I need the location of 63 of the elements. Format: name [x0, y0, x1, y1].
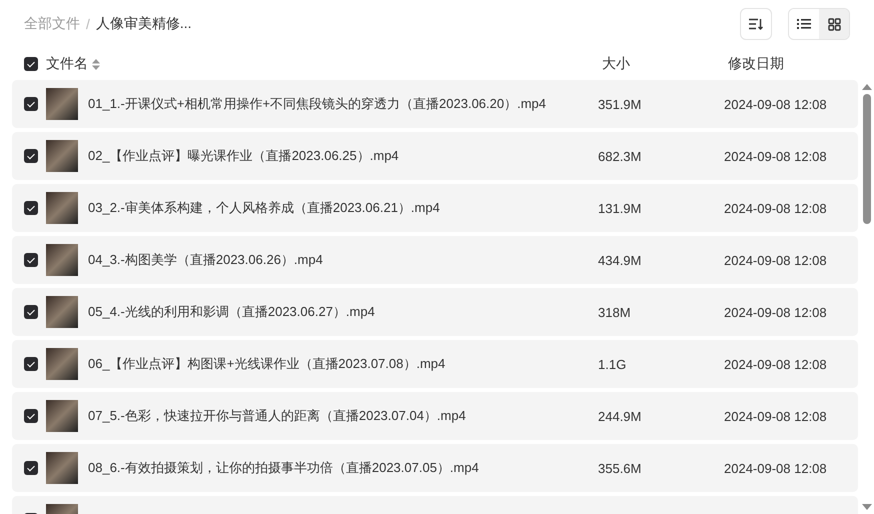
file-row[interactable]: 04_3.-构图美学（直播2023.06.26）.mp4 434.9M 2024-09-08 12:08 — [12, 236, 858, 284]
file-size: 1.1G — [598, 356, 628, 372]
modified-date: 2024-09-08 12:08 — [724, 460, 827, 476]
file-row[interactable]: 06_【作业点评】构图课+光线课作业（直播2023.07.08）.mp4 1.1G 2024-09-08 12:08 — [12, 340, 858, 388]
file-row[interactable]: 08_6.-有效拍摄策划，让你的拍摄事半功倍（直播2023.07.05）.mp4 355.6M 2024-09-08 12:08 — [12, 444, 858, 492]
video-thumbnail-placeholder — [46, 296, 78, 328]
scroll-up-arrow-icon[interactable] — [862, 84, 872, 90]
modified-date: 2024-09-08 12:08 — [724, 96, 827, 112]
file-size: 682.3M — [598, 148, 642, 164]
column-header[interactable]: 文件名 — [46, 55, 88, 73]
select-all-checkbox[interactable] — [24, 57, 38, 71]
modified-date: 2024-09-08 12:08 — [724, 200, 827, 216]
file-row[interactable]: 05_4.-光线的利用和影调（直播2023.06.27）.mp4 318M 2024-09-08 12:08 — [12, 288, 858, 336]
video-thumbnail-placeholder — [46, 140, 78, 172]
file-name: 06_【作业点评】构图课+光线课作业（直播2023.07.08）.mp4 — [88, 355, 446, 373]
row-checkbox[interactable] — [24, 461, 38, 475]
row-checkbox[interactable] — [24, 305, 38, 319]
breadcrumb-separator: / — [86, 16, 90, 32]
file-name: 02_【作业点评】曝光课作业（直播2023.06.25）.mp4 — [88, 147, 400, 165]
file-row[interactable]: 07_5.-色彩，快速拉开你与普通人的距离（直播2023.07.04）.mp4 244.9M 2024-09-08 12:08 — [12, 392, 858, 440]
modified-date: 2024-09-08 12:08 — [724, 408, 827, 424]
file-size: 244.9M — [598, 408, 642, 424]
modified-date: 2024-09-08 12:08 — [724, 304, 827, 320]
modified-date: 2024-09-08 12:08 — [724, 356, 827, 372]
file-name: 05_4.-光线的利用和影调（直播2023.06.27）.mp4 — [88, 303, 376, 321]
sort-button[interactable] — [740, 8, 772, 40]
row-checkbox[interactable] — [24, 357, 38, 371]
breadcrumb-current: 人像审美精修... — [96, 15, 192, 33]
video-thumbnail-placeholder — [46, 348, 78, 380]
row-checkbox[interactable] — [24, 201, 38, 215]
video-thumbnail-placeholder — [46, 400, 78, 432]
row-checkbox[interactable] — [24, 149, 38, 163]
sort-lines-icon — [749, 18, 763, 30]
list-view-icon — [797, 18, 811, 30]
file-size: 351.9M — [598, 96, 642, 112]
video-thumbnail-placeholder — [46, 88, 78, 120]
file-name: 03_2.-审美体系构建，个人风格养成（直播2023.06.21）.mp4 — [88, 199, 441, 217]
grid-view-icon — [828, 18, 840, 30]
video-thumbnail-placeholder — [46, 192, 78, 224]
file-size: 355.6M — [598, 460, 642, 476]
file-name: 07_5.-色彩，快速拉开你与普通人的距离（直播2023.07.04）.mp4 — [88, 407, 467, 425]
scroll-down-arrow-icon[interactable] — [862, 504, 872, 510]
file-size: 434.9M — [598, 252, 642, 268]
column-header[interactable]: 修改日期 — [728, 55, 784, 71]
video-thumbnail-placeholder — [46, 452, 78, 484]
file-row[interactable]: 03_2.-审美体系构建，个人风格养成（直播2023.06.21）.mp4 131.9M 2024-09-08 12:08 — [12, 184, 858, 232]
file-row[interactable]: 02_【作业点评】曝光课作业（直播2023.06.25）.mp4 682.3M 2024-09-08 12:08 — [12, 132, 858, 180]
row-checkbox[interactable] — [24, 253, 38, 267]
file-size: 318M — [598, 304, 632, 320]
file-name: 01_1.-开课仪式+相机常用操作+不同焦段镜头的穿透力（直播2023.06.20）.mp4 — [88, 95, 548, 113]
video-thumbnail-placeholder — [46, 244, 78, 276]
file-size: 131.9M — [598, 200, 642, 216]
sort-icon[interactable] — [92, 58, 100, 70]
modified-date: 2024-09-08 12:08 — [724, 148, 827, 164]
file-name: 08_6.-有效拍摄策划，让你的拍摄事半功倍（直播2023.07.05）.mp4 — [88, 459, 480, 477]
column-header[interactable]: 大小 — [602, 55, 630, 71]
file-name: 04_3.-构图美学（直播2023.06.26）.mp4 — [88, 251, 324, 269]
scrollbar-thumb[interactable] — [863, 94, 871, 224]
row-checkbox[interactable] — [24, 409, 38, 423]
row-checkbox[interactable] — [24, 97, 38, 111]
grid-view-button[interactable] — [819, 9, 849, 39]
modified-date: 2024-09-08 12:08 — [724, 252, 827, 268]
file-row[interactable]: 01_1.-开课仪式+相机常用操作+不同焦段镜头的穿透力（直播2023.06.20）.mp4 351.9M 2024-09-08 12:08 — [12, 80, 858, 128]
